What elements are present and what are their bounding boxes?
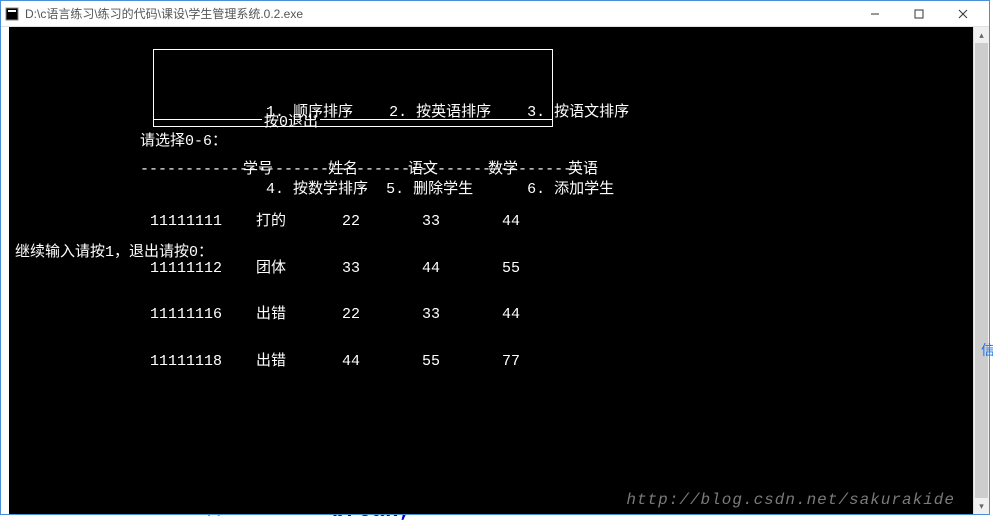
table-body: 11111111打的223344 11111112团体334455 111111…: [9, 183, 551, 400]
table-row: 11111112团体334455: [9, 261, 551, 277]
minimize-button[interactable]: [853, 1, 897, 27]
vertical-scrollbar[interactable]: ▴ ▾: [973, 27, 989, 514]
console-output[interactable]: 1. 顺序排序 2. 按英语排序 3. 按语文排序 4. 按数学排序 5. 删除…: [9, 27, 973, 514]
right-edge-hint: 信: [981, 340, 993, 360]
scroll-thumb[interactable]: [975, 43, 988, 498]
table-row: 11111116出错223344: [9, 307, 551, 323]
table-row: 11111118出错445577: [9, 354, 551, 370]
divider-line: ----------------------------------------…: [140, 162, 570, 178]
menu-exit-row: 按0退出: [154, 112, 552, 128]
app-icon: [5, 7, 19, 21]
titlebar[interactable]: D:\c语言练习\练习的代码\课设\学生管理系统.0.2.exe: [1, 1, 989, 27]
prompt-continue: 继续输入请按1，退出请按0：: [15, 245, 213, 261]
table-row: 11111111打的223344: [9, 214, 551, 230]
menu-box: 1. 顺序排序 2. 按英语排序 3. 按语文排序 4. 按数学排序 5. 删除…: [153, 49, 553, 127]
scroll-track[interactable]: [974, 43, 989, 498]
menu-exit-label: 按0退出: [262, 115, 320, 131]
window-controls: [853, 1, 985, 27]
left-margin-strip: [1, 27, 9, 514]
maximize-button[interactable]: [897, 1, 941, 27]
client-area: 1. 顺序排序 2. 按英语排序 3. 按语文排序 4. 按数学排序 5. 删除…: [1, 27, 989, 514]
window-title: D:\c语言练习\练习的代码\课设\学生管理系统.0.2.exe: [25, 5, 853, 22]
scroll-down-arrow-icon[interactable]: ▾: [974, 498, 989, 514]
scroll-up-arrow-icon[interactable]: ▴: [974, 27, 989, 43]
close-button[interactable]: [941, 1, 985, 27]
app-window: D:\c语言练习\练习的代码\课设\学生管理系统.0.2.exe 1. 顺序排序…: [0, 0, 990, 515]
watermark-url: http://blog.csdn.net/sakurakide: [626, 493, 955, 509]
